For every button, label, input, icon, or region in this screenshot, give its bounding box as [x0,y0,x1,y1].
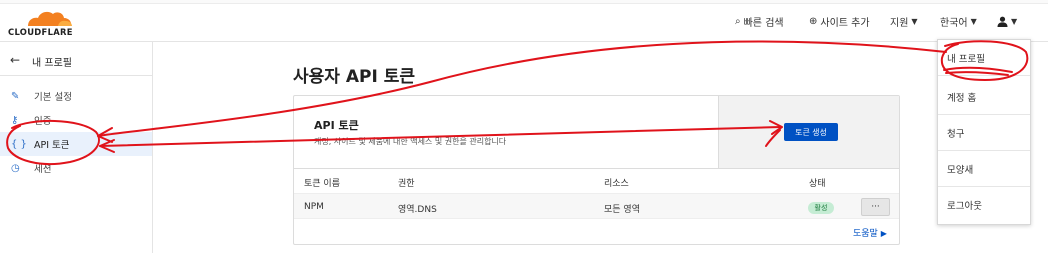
row-actions-button[interactable]: ··· [861,198,890,216]
card-header: API 토큰 계정, 사이트 및 제품에 대한 액세스 및 권한을 관리합니다 … [294,96,899,169]
caret-down-icon: ▼ [970,16,977,26]
add-site-link[interactable]: ⊕ 사이트 추가 [809,0,870,42]
menu-item-appearance[interactable]: 모양새 [938,151,1030,187]
sidebar-item-label: API 토큰 [34,140,70,151]
menu-item-my-profile[interactable]: 내 프로필 [938,40,1030,76]
column-header-status: 상태 [809,179,826,189]
column-header-permission: 권한 [398,179,415,189]
cloudflare-logo[interactable]: CLOUDFLARE [8,9,88,37]
caret-right-icon: ▶ [880,229,887,238]
sidebar-header[interactable]: ← 내 프로필 [0,42,152,76]
pencil-icon: ✎ [11,90,20,102]
sidebar-item-api-tokens[interactable]: { } API 토큰 [0,132,152,156]
support-menu[interactable]: 지원 ▼ [890,0,918,42]
help-link[interactable]: 도움말 ▶ [853,226,887,239]
user-icon [997,16,1008,27]
card-title: API 토큰 [314,119,359,132]
status-badge: 활성 [808,202,834,214]
cloud-icon [28,11,72,26]
quick-search-label: 빠른 검색 [743,17,784,29]
sidebar-item-label: 세션 [34,164,52,175]
menu-item-label: 모양새 [947,164,974,176]
user-dropdown-menu: 내 프로필 계정 홈 청구 모양새 로그아웃 [937,39,1031,225]
menu-item-billing[interactable]: 청구 [938,115,1030,151]
api-tokens-card: API 토큰 계정, 사이트 및 제품에 대한 액세스 및 권한을 관리합니다 … [293,95,900,245]
sidebar: ← 내 프로필 ✎ 기본 설정 ⚷ 인증 { } API 토큰 ◷ 세션 [0,42,153,253]
add-site-label: 사이트 추가 [820,17,870,29]
back-arrow-icon[interactable]: ← [10,53,20,67]
menu-item-account-home[interactable]: 계정 홈 [938,79,1030,115]
sidebar-item-label: 인증 [34,116,52,127]
create-token-button[interactable]: 토큰 생성 [784,123,838,141]
menu-item-logout[interactable]: 로그아웃 [938,187,1030,223]
key-icon: ⚷ [11,114,19,126]
braces-icon: { } [11,138,27,150]
clock-icon: ◷ [11,162,20,174]
card-description: 계정, 사이트 및 제품에 대한 액세스 및 권한을 관리합니다 [314,137,507,146]
sidebar-title: 내 프로필 [32,58,72,69]
sidebar-item-sessions[interactable]: ◷ 세션 [0,156,152,180]
column-header-token-name: 토큰 이름 [304,179,340,189]
language-label: 한국어 [940,17,968,29]
caret-down-icon: ▼ [1011,16,1018,26]
sidebar-item-preferences[interactable]: ✎ 기본 설정 [0,84,152,108]
quick-search-link[interactable]: ⌕ 빠른 검색 [735,0,784,42]
token-name-cell: NPM [304,202,324,212]
user-menu-button[interactable]: ▼ [997,0,1017,42]
menu-item-label: 내 프로필 [947,53,985,65]
sidebar-item-authentication[interactable]: ⚷ 인증 [0,108,152,132]
caret-down-icon: ▼ [911,16,918,26]
page-title: 사용자 API 토큰 [293,67,415,87]
sidebar-item-label: 기본 설정 [34,92,72,103]
permission-cell: 영역.DNS [398,205,437,215]
menu-item-label: 로그아웃 [947,201,982,212]
language-menu[interactable]: 한국어 ▼ [940,0,977,42]
plus-circle-icon: ⊕ [809,15,818,27]
support-label: 지원 [890,17,909,29]
menu-item-label: 계정 홈 [947,92,977,104]
search-icon: ⌕ [735,15,741,27]
column-header-resource: 리소스 [604,179,629,189]
help-link-label: 도움말 [853,229,878,239]
resource-cell: 모든 영역 [604,205,640,215]
logo-text: CLOUDFLARE [8,27,73,37]
menu-item-label: 청구 [947,128,965,140]
top-bar: CLOUDFLARE ⌕ 빠른 검색 ⊕ 사이트 추가 지원 ▼ 한국어 ▼ ▼ [0,0,1048,42]
